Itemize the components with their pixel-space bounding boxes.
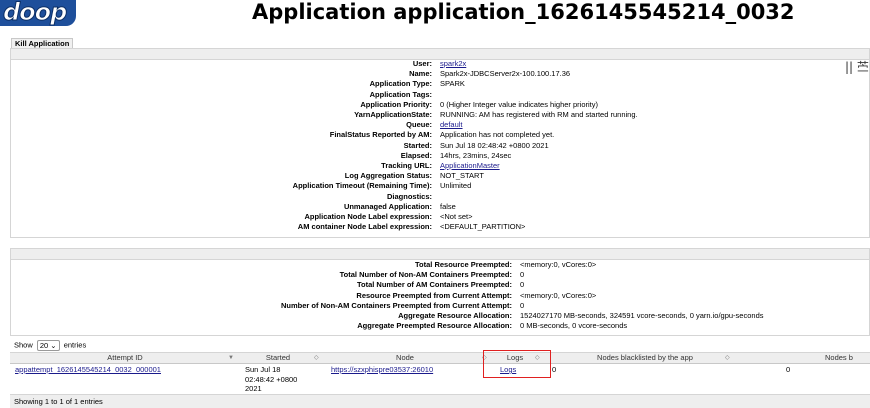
info-key: User: [412,59,432,68]
info-value: NOT_START [440,171,484,181]
info-key: Total Number of Non-AM Containers Preemp… [339,270,512,280]
info-key: Application Node Label expression: [304,212,432,221]
info-row: Elapsed: 14hrs, 23mins, 24sec [0,151,870,161]
info-row: AM container Node Label expression: <DEFA… [0,222,870,232]
info-key: FinalStatus Reported by AM: [329,130,432,140]
info-key: Application Priority: [360,99,432,109]
info-key: Total Number of AM Containers Preempted: [356,280,512,290]
col-nodes-blacklisted[interactable]: Nodes blacklisted by the app [570,353,720,363]
hadoop-logo: doop [0,0,76,26]
info-key: Log Aggregation Status: [344,171,432,181]
info-key: Started: [403,140,432,150]
info-value: Unlimited [440,181,472,191]
info-row: FinalStatus Reported by AM: Application h… [0,130,870,140]
page-title: Application application_1626145545214_00… [252,0,795,24]
info-key: Number of Non-AM Containers Preempted fr… [281,300,512,310]
info-value: <memory:0, vCores:0> [520,290,597,300]
show-entries-control: Show 20 ⌄ entries [14,340,87,351]
info-value: <memory:0, vCores:0> [520,260,597,269]
info-value: 1524027170 MB-seconds, 324591 vcore-seco… [520,311,764,320]
info-key: Diagnostics: [386,191,432,201]
info-row: User: spark2x [0,59,870,69]
info-row: Aggregate Preempted Resource Allocation:… [0,321,870,331]
info-row: Log Aggregation Status: NOT_START [0,171,870,181]
info-key: Name: [409,69,432,79]
info-key: Aggregate Preempted Resource Allocation: [357,321,512,331]
info-key: Application Timeout (Remaining Time): [292,181,432,191]
info-row: Number of Non-AM Containers Preempted fr… [0,301,870,311]
sort-icon[interactable]: ◇ [725,353,730,363]
info-value: 0 [520,270,525,280]
attempts-table-header: Attempt ID ▼ Started ◇ Node ◇ Logs ◇ Nod… [10,352,870,364]
info-value: Spark2x-JDBCServer2x-100.100.17.36 [440,69,571,79]
sort-icon[interactable]: ◇ [314,353,319,363]
info-value-link[interactable]: spark2x [440,59,466,69]
info-row: Started: Sun Jul 18 02:48:42 +0800 2021 [0,141,870,151]
info-key: Tracking URL: [381,161,432,170]
info-key: Aggregate Resource Allocation: [398,311,512,320]
info-row: Application Type: SPARK [0,79,870,89]
info-value: RUNNING: AM has registered with RM and s… [440,110,638,119]
nodes-b-count: 0 [786,365,791,374]
info-key: Total Resource Preempted: [415,260,512,269]
info-row: Application Node Label expression: <Not s… [0,212,870,222]
info-row: YarnApplicationState: RUNNING: AM has reg… [0,110,870,120]
info-value-link[interactable]: ApplicationMaster [440,161,500,171]
info-key: AM container Node Label expression: [297,222,432,232]
panel-header [11,249,869,260]
info-value: Application has not completed yet. [440,130,555,140]
info-value: <Not set> [440,212,473,221]
attempt-id-link[interactable]: appattempt_1626145545214_0032_000001 [15,365,161,375]
info-value-link[interactable]: default [440,120,463,130]
col-attempt-id[interactable]: Attempt ID [30,353,220,363]
chevron-down-icon: ⌄ [50,341,57,350]
sort-icon[interactable]: ▼ [228,353,234,363]
info-value: <DEFAULT_PARTITION> [440,222,526,232]
info-row: Aggregate Resource Allocation: 1524027170… [0,311,870,321]
info-key: Application Type: [369,79,432,89]
info-value: 0 MB-seconds, 0 vcore-seconds [520,321,628,331]
info-key: Unmanaged Application: [343,201,432,211]
info-row: Application Timeout (Remaining Time): Unl… [0,181,870,191]
col-node[interactable]: Node [330,353,480,363]
info-value: SPARK [440,79,465,89]
info-row: Application Priority: 0 (Higher Integer v… [0,100,870,110]
info-value: 14hrs, 23mins, 24sec [440,150,512,160]
info-row: Tracking URL: ApplicationMaster [0,161,870,171]
info-value: Sun Jul 18 02:48:42 +0800 2021 [440,140,549,150]
info-key: Queue: [406,120,432,130]
info-row: Total Number of Non-AM Containers Preemp… [0,270,870,280]
info-row: Unmanaged Application: false [0,202,870,212]
node-link[interactable]: https://szxphispre03537:26010 [331,365,433,375]
info-row: Name: Spark2x-JDBCServer2x-100.100.17.36 [0,69,870,79]
highlight-box [483,350,551,378]
col-nodes-b[interactable]: Nodes b [825,353,870,363]
info-row: Total Number of AM Containers Preempted:… [0,280,870,290]
info-row: Diagnostics: [0,192,870,202]
info-row: Application Tags: [0,90,870,100]
page-size-select[interactable]: 20 ⌄ [36,340,60,351]
info-value: 0 (Higher Integer value indicates higher… [440,99,598,109]
info-value: 0 [520,300,525,310]
info-key: YarnApplicationState: [354,110,432,119]
info-key: Application Tags: [369,89,432,99]
info-value: 0 [520,280,525,290]
info-key: Elapsed: [400,150,432,160]
info-value: false [440,201,456,211]
info-row: Queue: default [0,120,870,130]
attempt-started: Sun Jul 18 02:48:42 +0800 2021 [245,365,298,393]
info-key: Resource Preempted from Current Attempt: [356,290,512,300]
info-row: Total Resource Preempted: <memory:0, vCor… [0,260,870,270]
table-footer: Showing 1 to 1 of 1 entries [10,394,870,408]
info-row: Resource Preempted from Current Attempt:… [0,291,870,301]
blacklisted-count: 0 [552,365,557,374]
col-started[interactable]: Started [248,353,308,363]
